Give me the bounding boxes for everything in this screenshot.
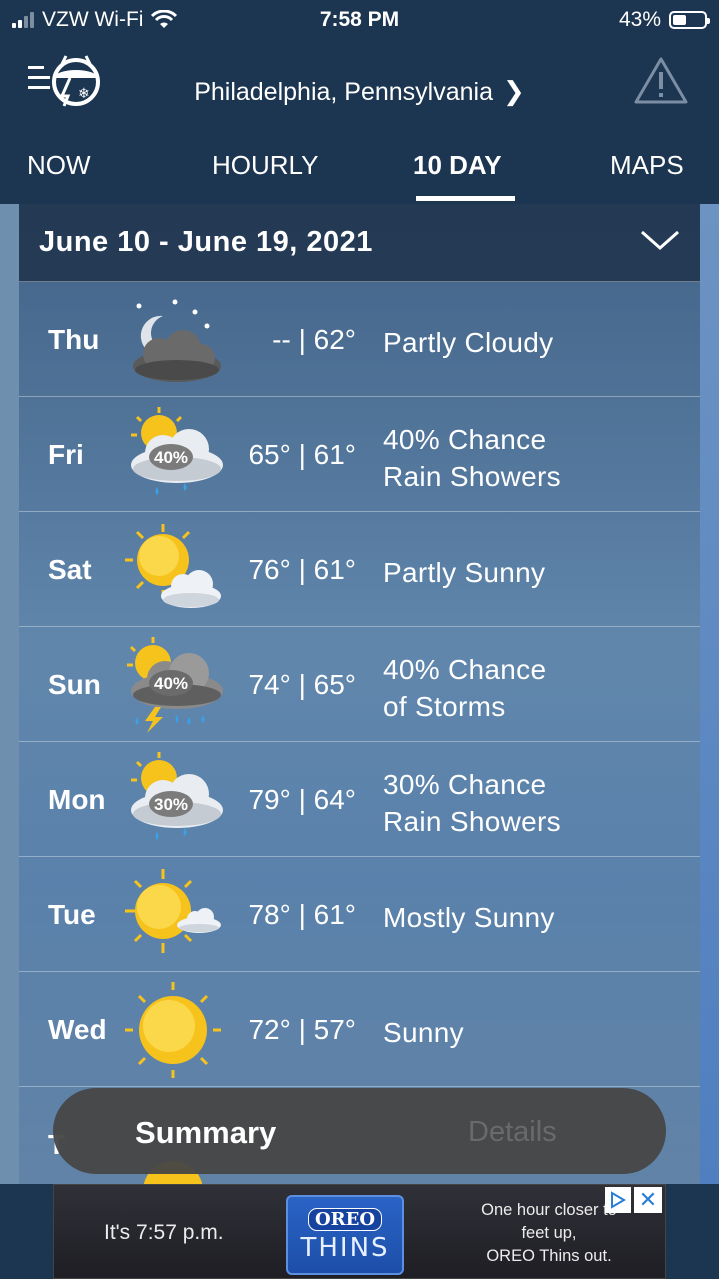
partly-sunny-icon: [125, 524, 221, 608]
day-name: Mon: [48, 784, 106, 815]
temperature-range: 72° | 57°: [248, 1014, 356, 1045]
partly-cloudy-night-icon: [133, 299, 221, 382]
forecast-row-thu[interactable]: Thu -- | 62° Partly Cloudy: [19, 282, 700, 397]
day-name: Sun: [48, 669, 101, 700]
summary-details-toggle: Summary Details: [53, 1088, 666, 1174]
condition-text: 40% Chance of Storms: [383, 651, 546, 725]
temperature-range: 79° | 64°: [248, 784, 356, 815]
status-bar: VZW Wi-Fi 7:58 PM 43%: [0, 0, 719, 40]
tab-maps[interactable]: MAPS: [610, 150, 684, 181]
condition-line-2: Rain Showers: [383, 461, 561, 492]
temperature-range: 65° | 61°: [248, 439, 356, 470]
forecast-panel: June 10 - June 19, 2021 Thu -- | 62° Par…: [19, 204, 700, 1184]
forecast-row-sat[interactable]: Sat 76° | 61° Partly Sunny: [19, 512, 700, 627]
day-name: Fri: [48, 439, 84, 470]
ad-product-name: THINS: [300, 1232, 390, 1263]
condition-text: Partly Sunny: [383, 554, 545, 591]
ad-banner[interactable]: It's 7:57 p.m. OREO THINS One hour close…: [53, 1184, 666, 1279]
forecast-area[interactable]: June 10 - June 19, 2021 Thu -- | 62° Par…: [0, 204, 719, 1184]
temperature-range: 74° | 65°: [248, 669, 356, 700]
rain-showers-icon: 30%: [131, 752, 223, 840]
app-header: ❄ Philadelphia, Pennsylvania ❯: [0, 40, 719, 140]
chevron-right-icon: ❯: [503, 76, 525, 106]
date-range-header[interactable]: June 10 - June 19, 2021: [19, 204, 700, 282]
status-right: 43%: [618, 8, 710, 32]
forecast-row-tue[interactable]: Tue 78° | 61° Mostly Sunny: [19, 857, 700, 972]
forecast-row-sun[interactable]: Sun 40% 74° | 65° 40% Chance of Storms: [19, 627, 700, 742]
mostly-sunny-icon: [125, 869, 221, 953]
condition-text: 30% Chance Rain Showers: [383, 766, 561, 840]
temperature-range: 76° | 61°: [248, 554, 356, 585]
close-icon[interactable]: ✕: [634, 1187, 662, 1213]
status-time: 7:58 PM: [319, 8, 400, 31]
condition-line-1: Partly Cloudy: [383, 327, 554, 358]
condition-line-1: 30% Chance: [383, 769, 547, 800]
condition-line-2: of Storms: [383, 691, 506, 722]
ad-tagline-2: feet up,: [521, 1224, 577, 1242]
ad-choices-icon[interactable]: [605, 1187, 631, 1213]
condition-text: Sunny: [383, 1014, 464, 1051]
condition-line-1: 40% Chance: [383, 654, 547, 685]
condition-line-1: Sunny: [383, 1017, 464, 1048]
ad-brand: OREO: [307, 1207, 383, 1231]
thunderstorm-icon: 40%: [127, 637, 223, 733]
location-selector[interactable]: Philadelphia, Pennsylvania ❯: [0, 76, 719, 107]
date-range-label: June 10 - June 19, 2021: [39, 226, 373, 258]
sunny-icon: [125, 982, 221, 1078]
ad-product-image: OREO THINS: [286, 1195, 404, 1275]
condition-text: Partly Cloudy: [383, 324, 553, 361]
forecast-row-mon[interactable]: Mon 30% 79° | 64° 30% Chance Rain Shower…: [19, 742, 700, 857]
tab-now[interactable]: NOW: [27, 150, 91, 181]
day-name: Tue: [48, 899, 96, 930]
battery-percent: 43%: [618, 8, 661, 31]
pop-badge: 40%: [154, 674, 188, 693]
ad-time-text: It's 7:57 p.m.: [104, 1221, 224, 1244]
condition-line-1: Mostly Sunny: [383, 902, 555, 933]
day-name: Wed: [48, 1014, 107, 1045]
forecast-row-wed[interactable]: Wed 72° | 57° Sunny: [19, 972, 700, 1087]
location-label: Philadelphia, Pennsylvania: [194, 78, 494, 106]
battery-fill: [673, 15, 686, 25]
condition-line-1: Partly Sunny: [383, 557, 546, 588]
tab-10-day[interactable]: 10 DAY: [413, 150, 502, 181]
pop-badge: 40%: [154, 448, 188, 467]
condition-text: Mostly Sunny: [383, 899, 555, 936]
ad-bar: It's 7:57 p.m. OREO THINS One hour close…: [0, 1184, 719, 1279]
chevron-down-icon[interactable]: [640, 226, 680, 254]
details-button[interactable]: Details: [468, 1116, 557, 1149]
tab-hourly[interactable]: HOURLY: [212, 150, 318, 181]
temperature-range: 78° | 61°: [248, 899, 356, 930]
alert-icon[interactable]: [633, 56, 689, 106]
battery-icon: [669, 11, 710, 29]
rain-showers-icon: 40%: [131, 407, 223, 495]
condition-line-1: 40% Chance: [383, 424, 547, 455]
condition-line-2: Rain Showers: [383, 806, 561, 837]
active-tab-indicator: [416, 196, 515, 201]
summary-button[interactable]: Summary: [135, 1115, 276, 1151]
condition-text: 40% Chance Rain Showers: [383, 421, 561, 495]
temperature-range: -- | 62°: [272, 324, 356, 355]
pop-badge: 30%: [154, 795, 188, 814]
day-name: Thu: [48, 324, 100, 355]
forecast-row-fri[interactable]: Fri 40% 65° | 61° 40% Chance Rain Shower…: [19, 397, 700, 512]
ad-tagline-3: OREO Thins out.: [486, 1247, 612, 1265]
day-name: Sat: [48, 554, 92, 585]
tab-bar: NOW HOURLY 10 DAY MAPS: [0, 140, 719, 204]
